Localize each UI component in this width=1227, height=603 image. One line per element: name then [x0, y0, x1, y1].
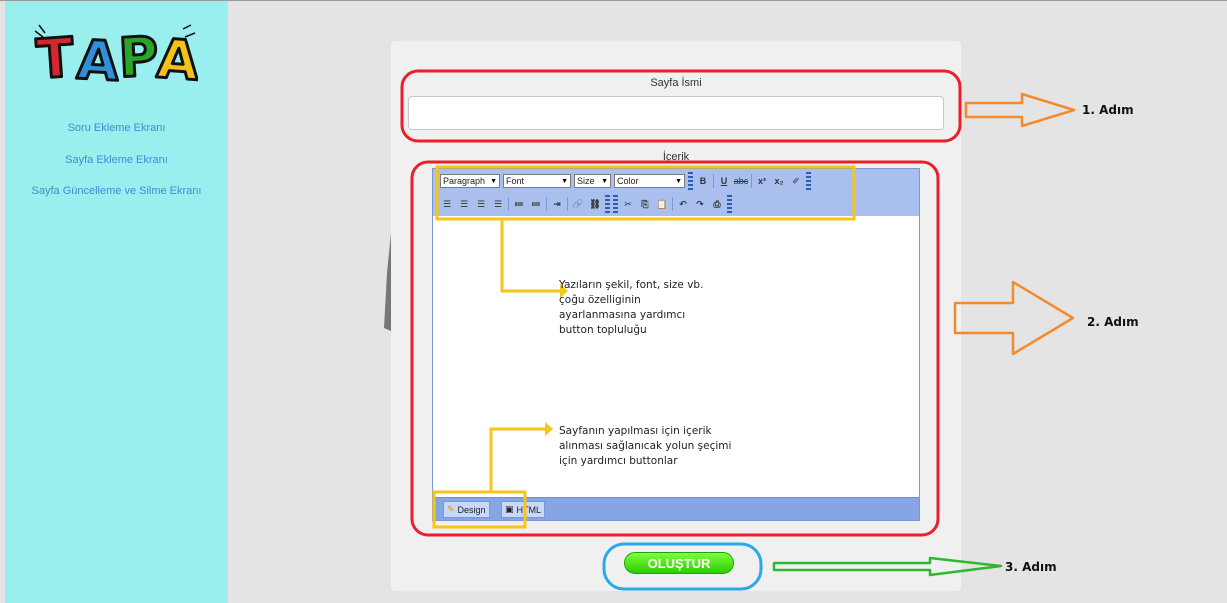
mode-annotation-note: Sayfanın yapılması için içerik alınması …	[559, 424, 799, 469]
cut-icon[interactable]: ✂	[621, 197, 635, 211]
size-select[interactable]: Size ▼	[574, 174, 611, 188]
step-3-label: 3. Adım	[1005, 560, 1057, 574]
toolbar-row-2: ☰ ☰ ☰ ☰ ≔ ≔ ⇥ 🔗 ⛓ ✂ ⎘ 📋 ↶ ↷ ⎙	[433, 193, 732, 215]
nav-sayfa-ekleme[interactable]: Sayfa Ekleme Ekranı	[5, 154, 228, 166]
design-tab[interactable]: ✎ Design	[443, 501, 490, 518]
page-name-input[interactable]	[408, 96, 944, 130]
unlink-icon[interactable]: ⛓	[588, 197, 602, 211]
underline-icon[interactable]: U	[717, 174, 731, 188]
content-label: İçerik	[662, 151, 690, 163]
page-name-label: Sayfa İsmi	[650, 77, 702, 89]
orange-arrow	[964, 92, 1076, 128]
chevron-down-icon: ▼	[490, 177, 497, 185]
bullet-list-icon[interactable]: ≔	[512, 197, 526, 211]
note-line: için yardımcı buttonlar	[559, 455, 678, 467]
sidebar: T A P A Soru Ekleme Ekranı Sayfa Ekleme …	[5, 1, 228, 603]
design-tab-label: Design	[457, 504, 486, 515]
note-line: Sayfanın yapılması için içerik	[559, 425, 712, 437]
toolbar-annotation-note: Yazıların şekil, font, size vb. çoğu öze…	[559, 278, 779, 338]
pencil-icon: ✎	[447, 504, 455, 514]
olustur-button[interactable]: OLUŞTUR	[624, 552, 734, 574]
html-icon: ▣	[505, 504, 514, 514]
toolbar-separator	[567, 197, 568, 211]
numbered-list-icon[interactable]: ≔	[529, 197, 543, 211]
paste-icon[interactable]: 📋	[655, 197, 669, 211]
note-line: Yazıların şekil, font, size vb.	[559, 279, 704, 291]
align-center-icon[interactable]: ☰	[457, 197, 471, 211]
toolbar-row-1: Paragraph ▼ Font ▼ Size ▼ Color ▼ B U abc x²…	[433, 170, 811, 192]
nav-soru-ekleme[interactable]: Soru Ekleme Ekranı	[5, 122, 228, 134]
toolbar-separator	[751, 174, 752, 188]
chevron-down-icon: ▼	[675, 177, 682, 185]
decorative-shape	[383, 233, 391, 331]
subscript-icon[interactable]: x₂	[772, 174, 786, 188]
toolbar-grip[interactable]	[806, 172, 811, 190]
toolbar-separator	[546, 197, 547, 211]
toolbar-separator	[713, 174, 714, 188]
html-tab-label: HTML	[516, 504, 542, 515]
toolbar-grip[interactable]	[727, 195, 732, 213]
note-line: çoğu özelliginin	[559, 294, 641, 306]
note-line: alınması sağlanıcak yolun şeçimi	[559, 440, 732, 452]
strikethrough-icon[interactable]: abc	[734, 174, 749, 188]
html-tab[interactable]: ▣ HTML	[501, 501, 546, 518]
bold-icon[interactable]: B	[696, 174, 710, 188]
redo-icon[interactable]: ↷	[693, 197, 707, 211]
superscript-icon[interactable]: x²	[755, 174, 769, 188]
svg-text:A: A	[75, 28, 120, 91]
toolbar-separator	[508, 197, 509, 211]
nav-sayfa-guncelleme-silme[interactable]: Sayfa Güncelleme ve Silme Ekranı	[5, 185, 228, 197]
toolbar-separator	[672, 197, 673, 211]
font-select[interactable]: Font ▼	[503, 174, 571, 188]
step-1-label: 1. Adım	[1082, 103, 1134, 117]
undo-icon[interactable]: ↶	[676, 197, 690, 211]
color-select[interactable]: Color ▼	[614, 174, 685, 188]
paragraph-select[interactable]: Paragraph ▼	[440, 174, 500, 188]
align-left-icon[interactable]: ☰	[440, 197, 454, 211]
tapa-logo: T A P A	[33, 21, 203, 95]
note-line: ayarlanmasına yardımcı	[559, 309, 686, 321]
color-select-value: Color	[617, 176, 639, 186]
chevron-down-icon: ▼	[561, 177, 568, 185]
font-select-value: Font	[506, 176, 525, 186]
step-2-label: 2. Adım	[1087, 315, 1139, 329]
orange-arrow	[953, 280, 1075, 356]
print-icon[interactable]: ⎙	[710, 197, 724, 211]
svg-text:P: P	[117, 25, 160, 90]
size-select-value: Size	[577, 176, 595, 186]
paragraph-select-value: Paragraph	[443, 176, 486, 186]
toolbar-grip[interactable]	[613, 195, 618, 213]
copy-icon[interactable]: ⎘	[638, 197, 652, 211]
link-icon[interactable]: 🔗	[571, 197, 585, 211]
toolbar-grip[interactable]	[605, 195, 610, 213]
align-right-icon[interactable]: ☰	[474, 197, 488, 211]
indent-icon[interactable]: ⇥	[550, 197, 564, 211]
editor-toolbar: Paragraph ▼ Font ▼ Size ▼ Color ▼ B U abc x²…	[433, 169, 919, 216]
eraser-icon[interactable]: ✐	[789, 174, 803, 188]
svg-text:A: A	[155, 27, 198, 91]
align-justify-icon[interactable]: ☰	[491, 197, 505, 211]
toolbar-grip[interactable]	[688, 172, 693, 190]
editor-mode-bar: ✎ Design ▣ HTML	[433, 497, 919, 520]
note-line: button topluluğu	[559, 324, 647, 336]
chevron-down-icon: ▼	[601, 177, 608, 185]
